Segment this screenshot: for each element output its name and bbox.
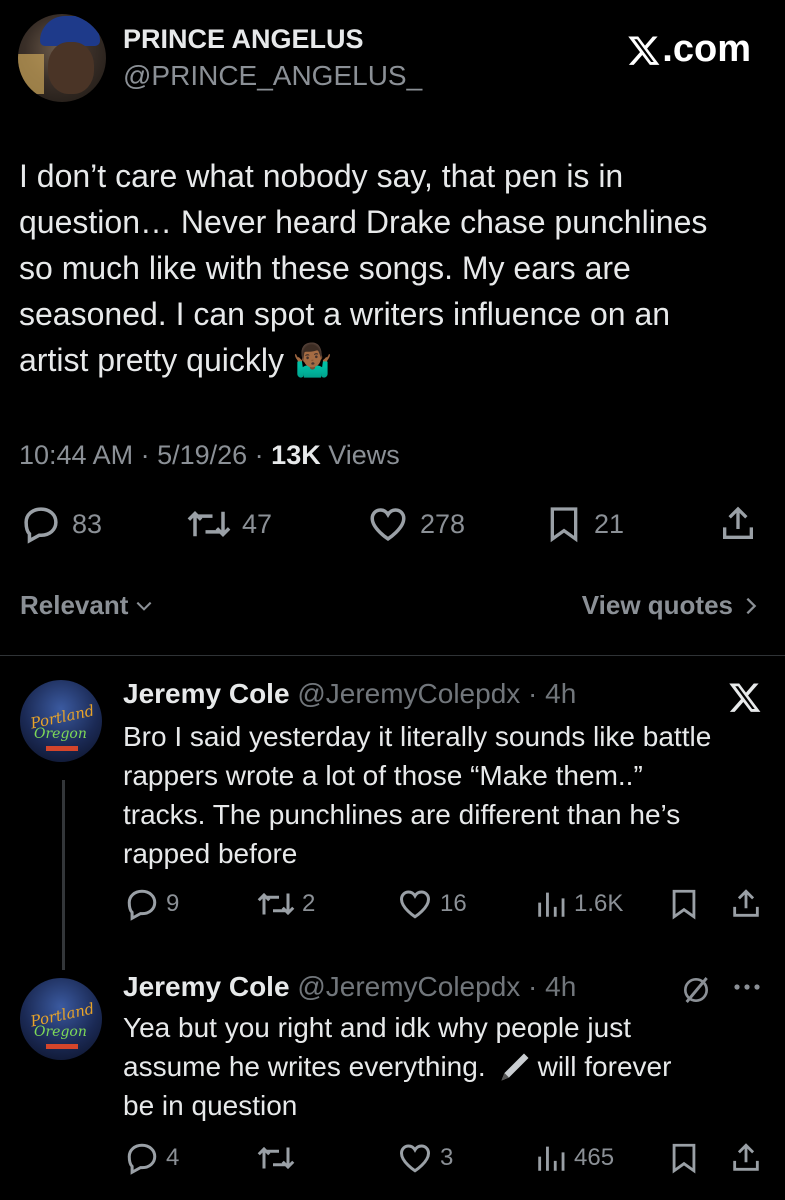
- repost-icon: [257, 892, 295, 916]
- reply-repost-button[interactable]: 2: [256, 886, 315, 922]
- tweet-date[interactable]: 5/19/26: [157, 440, 247, 470]
- reply-icon: [127, 889, 157, 921]
- grok-icon[interactable]: [680, 974, 712, 1006]
- repost-icon: [187, 511, 231, 537]
- pen-icon: [501, 1053, 529, 1080]
- tweet-body: I don’t care what nobody say, that pen i…: [19, 153, 769, 383]
- divider: [0, 655, 785, 656]
- reply-line: tracks. The punchlines are different tha…: [123, 799, 681, 830]
- reply-author-name[interactable]: Jeremy Cole: [123, 678, 290, 709]
- author-handle[interactable]: @PRINCE_ANGELUS_: [123, 60, 422, 92]
- reply-reply-button[interactable]: 9: [124, 886, 179, 922]
- tweet-meta: 10:44 AM · 5/19/26 · 13K Views: [19, 440, 400, 470]
- reply-count: 83: [72, 508, 103, 539]
- thread-line: [62, 780, 65, 970]
- bookmark-icon: [672, 1143, 696, 1174]
- reply-body: Bro I said yesterday it literally sounds…: [123, 717, 773, 873]
- like-icon: [399, 1144, 431, 1173]
- reply-button[interactable]: 83: [20, 503, 102, 545]
- reply-author-name[interactable]: Jeremy Cole: [123, 971, 290, 1002]
- reply-line: Bro I said yesterday it literally sounds…: [123, 721, 712, 752]
- like-button[interactable]: 278: [366, 503, 465, 545]
- views-icon: [538, 1146, 565, 1171]
- tweet-line: so much like with these songs. My ears a…: [19, 250, 631, 286]
- reply-icon: [24, 507, 58, 544]
- reply-like-button[interactable]: 3: [396, 1140, 453, 1176]
- site-domain: .com: [662, 28, 751, 70]
- reply-author-handle[interactable]: @JeremyColepdx: [297, 678, 520, 709]
- repost-count: 47: [242, 508, 273, 539]
- bookmark-button[interactable]: 21: [544, 503, 624, 545]
- reply-header: Jeremy Cole @JeremyColepdx · 4h: [123, 678, 577, 709]
- view-quotes-label: View quotes: [581, 590, 733, 620]
- tweet-line: artist pretty quickly 🤷🏾‍♂️: [19, 342, 333, 378]
- view-quotes-link[interactable]: View quotes: [582, 590, 759, 621]
- reply-repost-button[interactable]: [256, 1140, 302, 1176]
- reply-share-button[interactable]: [729, 1140, 763, 1176]
- tweet-line: question… Never heard Drake chase punchl…: [19, 204, 708, 240]
- reply-age: 4h: [545, 971, 577, 1002]
- reply-avatar[interactable]: Portland Oregon: [20, 680, 102, 762]
- tweet-time[interactable]: 10:44 AM: [19, 440, 133, 470]
- sort-label: Relevant: [20, 590, 129, 620]
- reply-bookmark-button[interactable]: [667, 886, 701, 922]
- reply-line: assume he writes everything. will foreve…: [123, 1047, 773, 1086]
- bookmark-count: 21: [594, 508, 625, 539]
- views-count: 13K: [271, 440, 321, 470]
- tweet-line: I don’t care what nobody say, that pen i…: [19, 158, 624, 194]
- bookmark-icon: [550, 507, 578, 543]
- author-avatar[interactable]: [18, 14, 106, 102]
- reply-views-button[interactable]: 1.6K: [534, 886, 623, 922]
- reply-line: Yea but you right and idk why people jus…: [123, 1012, 631, 1043]
- reply-author-handle[interactable]: @JeremyColepdx: [297, 971, 520, 1002]
- reply-icon: [127, 1143, 157, 1175]
- chevron-right-icon: [746, 597, 757, 614]
- reply-line: rappers wrote a lot of those “Make them.…: [123, 760, 643, 791]
- reply-bookmark-button[interactable]: [667, 1140, 701, 1176]
- reply-header: Jeremy Cole @JeremyColepdx · 4h: [123, 971, 577, 1002]
- sort-dropdown[interactable]: Relevant: [20, 590, 154, 621]
- tweet-line: seasoned. I can spot a writers influence…: [19, 296, 671, 332]
- reply-line: rapped before: [123, 838, 298, 869]
- reply-line: be in question: [123, 1090, 298, 1121]
- like-icon: [399, 890, 431, 919]
- share-icon: [723, 506, 753, 539]
- more-icon[interactable]: [732, 980, 762, 994]
- reply-views-button[interactable]: 465: [534, 1140, 614, 1176]
- reply-reply-button[interactable]: 4: [124, 1140, 179, 1176]
- repost-button[interactable]: 47: [186, 503, 272, 545]
- share-icon: [733, 889, 759, 917]
- views-icon: [538, 892, 565, 917]
- reply-share-button[interactable]: [729, 886, 763, 922]
- x-logo-icon: [628, 36, 660, 65]
- reply-age: 4h: [545, 678, 577, 709]
- site-brand: .com: [627, 28, 751, 71]
- chevron-down-icon: [136, 601, 152, 611]
- like-icon: [370, 508, 406, 541]
- like-count: 278: [420, 508, 466, 539]
- share-button[interactable]: [718, 503, 758, 545]
- reply-like-button[interactable]: 16: [396, 886, 467, 922]
- author-name[interactable]: PRINCE ANGELUS: [123, 24, 364, 55]
- bookmark-icon: [672, 889, 696, 920]
- repost-icon: [257, 1146, 295, 1170]
- views-label: Views: [328, 440, 400, 470]
- reply-avatar[interactable]: Portland Oregon: [20, 978, 102, 1060]
- x-logo-icon: [728, 680, 762, 714]
- reply-body: Yea but you right and idk why people jus…: [123, 1008, 773, 1125]
- share-icon: [733, 1143, 759, 1171]
